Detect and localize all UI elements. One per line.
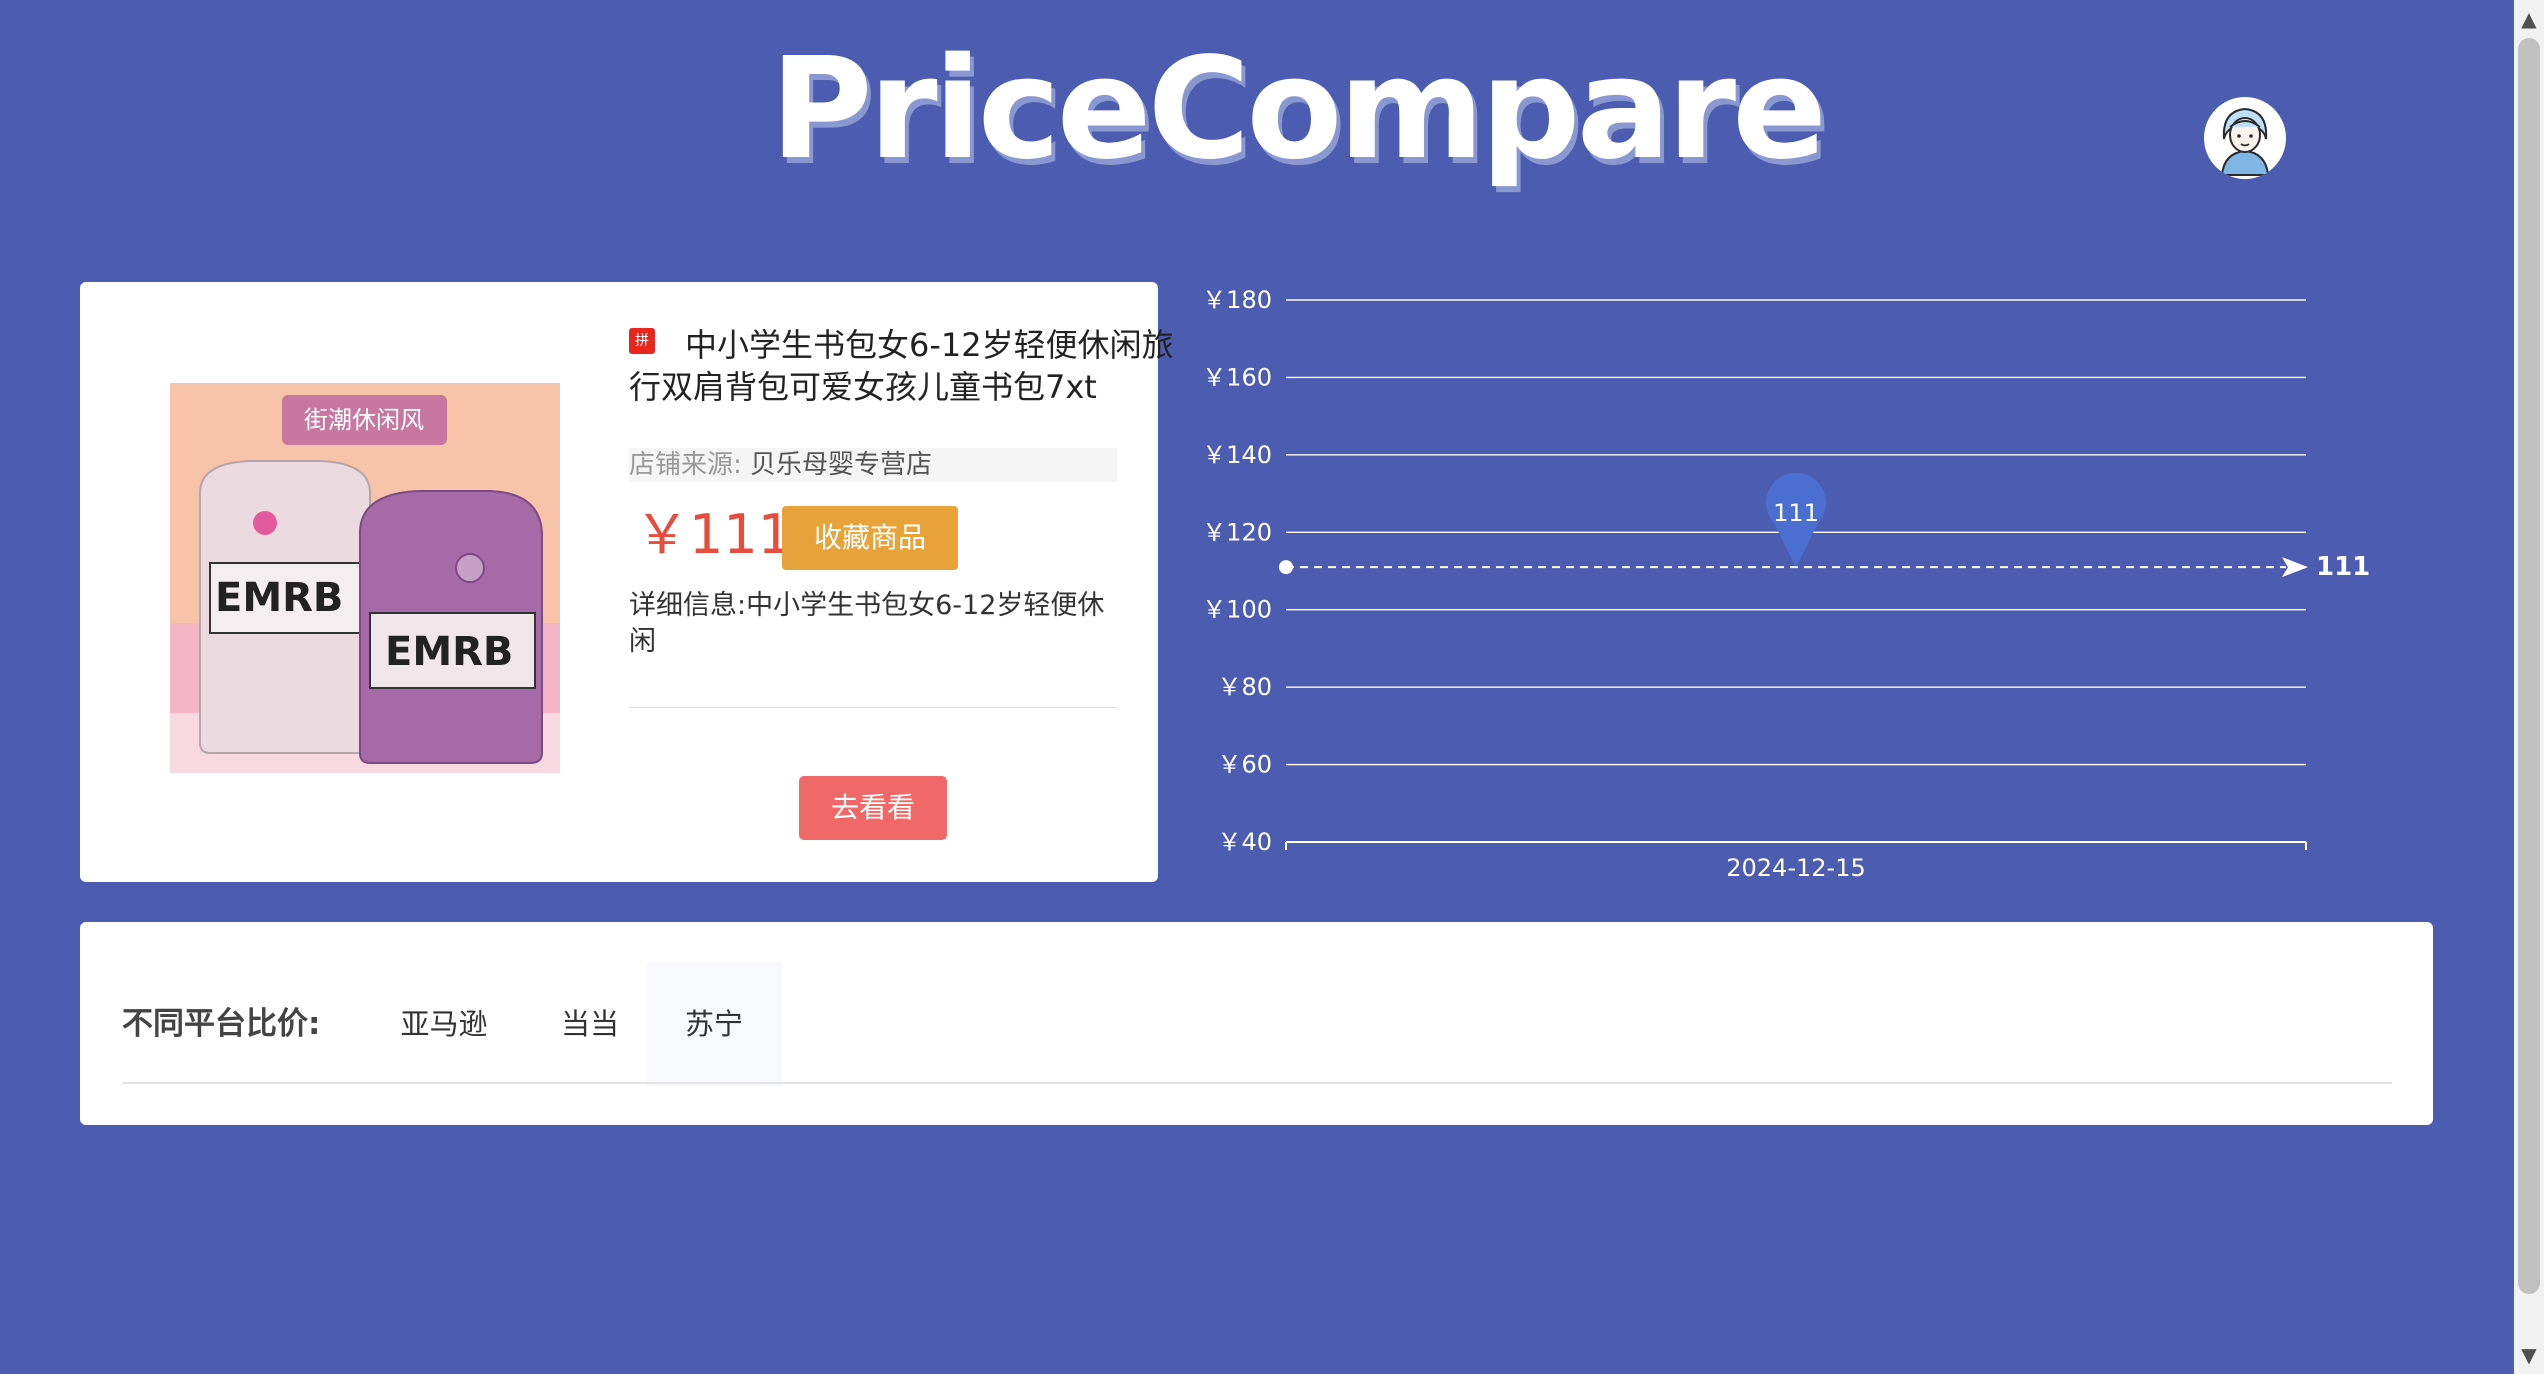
compare-label: 不同平台比价:	[122, 1006, 321, 1042]
shop-source-label: 店铺来源:	[629, 450, 742, 480]
y-tick-label: ￥60	[1217, 751, 1272, 779]
compare-divider	[122, 1082, 2392, 1084]
pinduoduo-icon: 拼	[629, 328, 655, 354]
logo: PriceCompare	[770, 28, 1827, 191]
y-tick-label: ￥180	[1202, 286, 1272, 314]
mark-line-label: 111	[2316, 552, 2370, 582]
y-tick-label: ￥140	[1202, 441, 1272, 469]
product-detail: 详细信息:中小学生书包女6-12岁轻便休闲	[629, 590, 1105, 657]
product-card: 街潮休闲风 EMRB EMRB 中小学生书包女6-12岁轻便休闲旅行双肩背包可爱…	[80, 282, 1174, 882]
y-tick-label: ￥100	[1202, 596, 1272, 624]
y-tick-label: ￥40	[1217, 828, 1272, 856]
scroll-up-arrow-icon[interactable]: ▲	[2514, 4, 2544, 34]
divider	[629, 707, 1117, 708]
platform-compare-card: 不同平台比价: 亚马逊 当当 苏宁	[80, 922, 2433, 1125]
favorite-button[interactable]: 收藏商品	[782, 506, 958, 570]
go-see-button[interactable]: 去看看	[799, 776, 947, 840]
y-tick-label: ￥80	[1217, 673, 1272, 701]
user-avatar-icon[interactable]	[2204, 97, 2286, 179]
y-tick-label: ￥120	[1202, 518, 1272, 546]
product-image[interactable]: 街潮休闲风 EMRB EMRB	[170, 383, 560, 773]
platform-tab-dangdang[interactable]: 当当	[528, 962, 652, 1086]
vertical-scrollbar[interactable]: ▲ ▼	[2514, 0, 2544, 1374]
scroll-thumb[interactable]	[2518, 38, 2540, 1294]
platform-tab-amazon[interactable]: 亚马逊	[382, 962, 506, 1086]
shop-name: 贝乐母婴专营店	[750, 450, 933, 480]
x-tick-label: 2024-12-15	[1726, 854, 1865, 882]
y-tick-label: ￥160	[1202, 363, 1272, 391]
shop-source: 店铺来源: 贝乐母婴专营店	[629, 448, 1117, 482]
scroll-down-arrow-icon[interactable]: ▼	[2514, 1340, 2544, 1370]
product-title: 中小学生书包女6-12岁轻便休闲旅行双肩背包可爱女孩儿童书包7xt	[629, 326, 1174, 406]
image-brand-text-2: EMRB	[385, 629, 513, 675]
data-point-label: 111	[1773, 499, 1819, 527]
price-history-chart: ￥180 ￥160 ￥140 ￥120 ￥100 ￥80 ￥60 ￥40 2024-12-15 1…	[1202, 286, 2370, 882]
page: PriceCompare 街潮休闲风 EMRB EMRB 中小学生书包女6-12…	[0, 0, 2544, 1374]
product-price: ￥111	[635, 503, 793, 566]
image-badge-text: 街潮休闲风	[304, 406, 424, 434]
platform-tab-suning[interactable]: 苏宁	[646, 962, 782, 1086]
mark-line-start-point	[1279, 560, 1293, 575]
image-brand-text: EMRB	[215, 575, 343, 621]
